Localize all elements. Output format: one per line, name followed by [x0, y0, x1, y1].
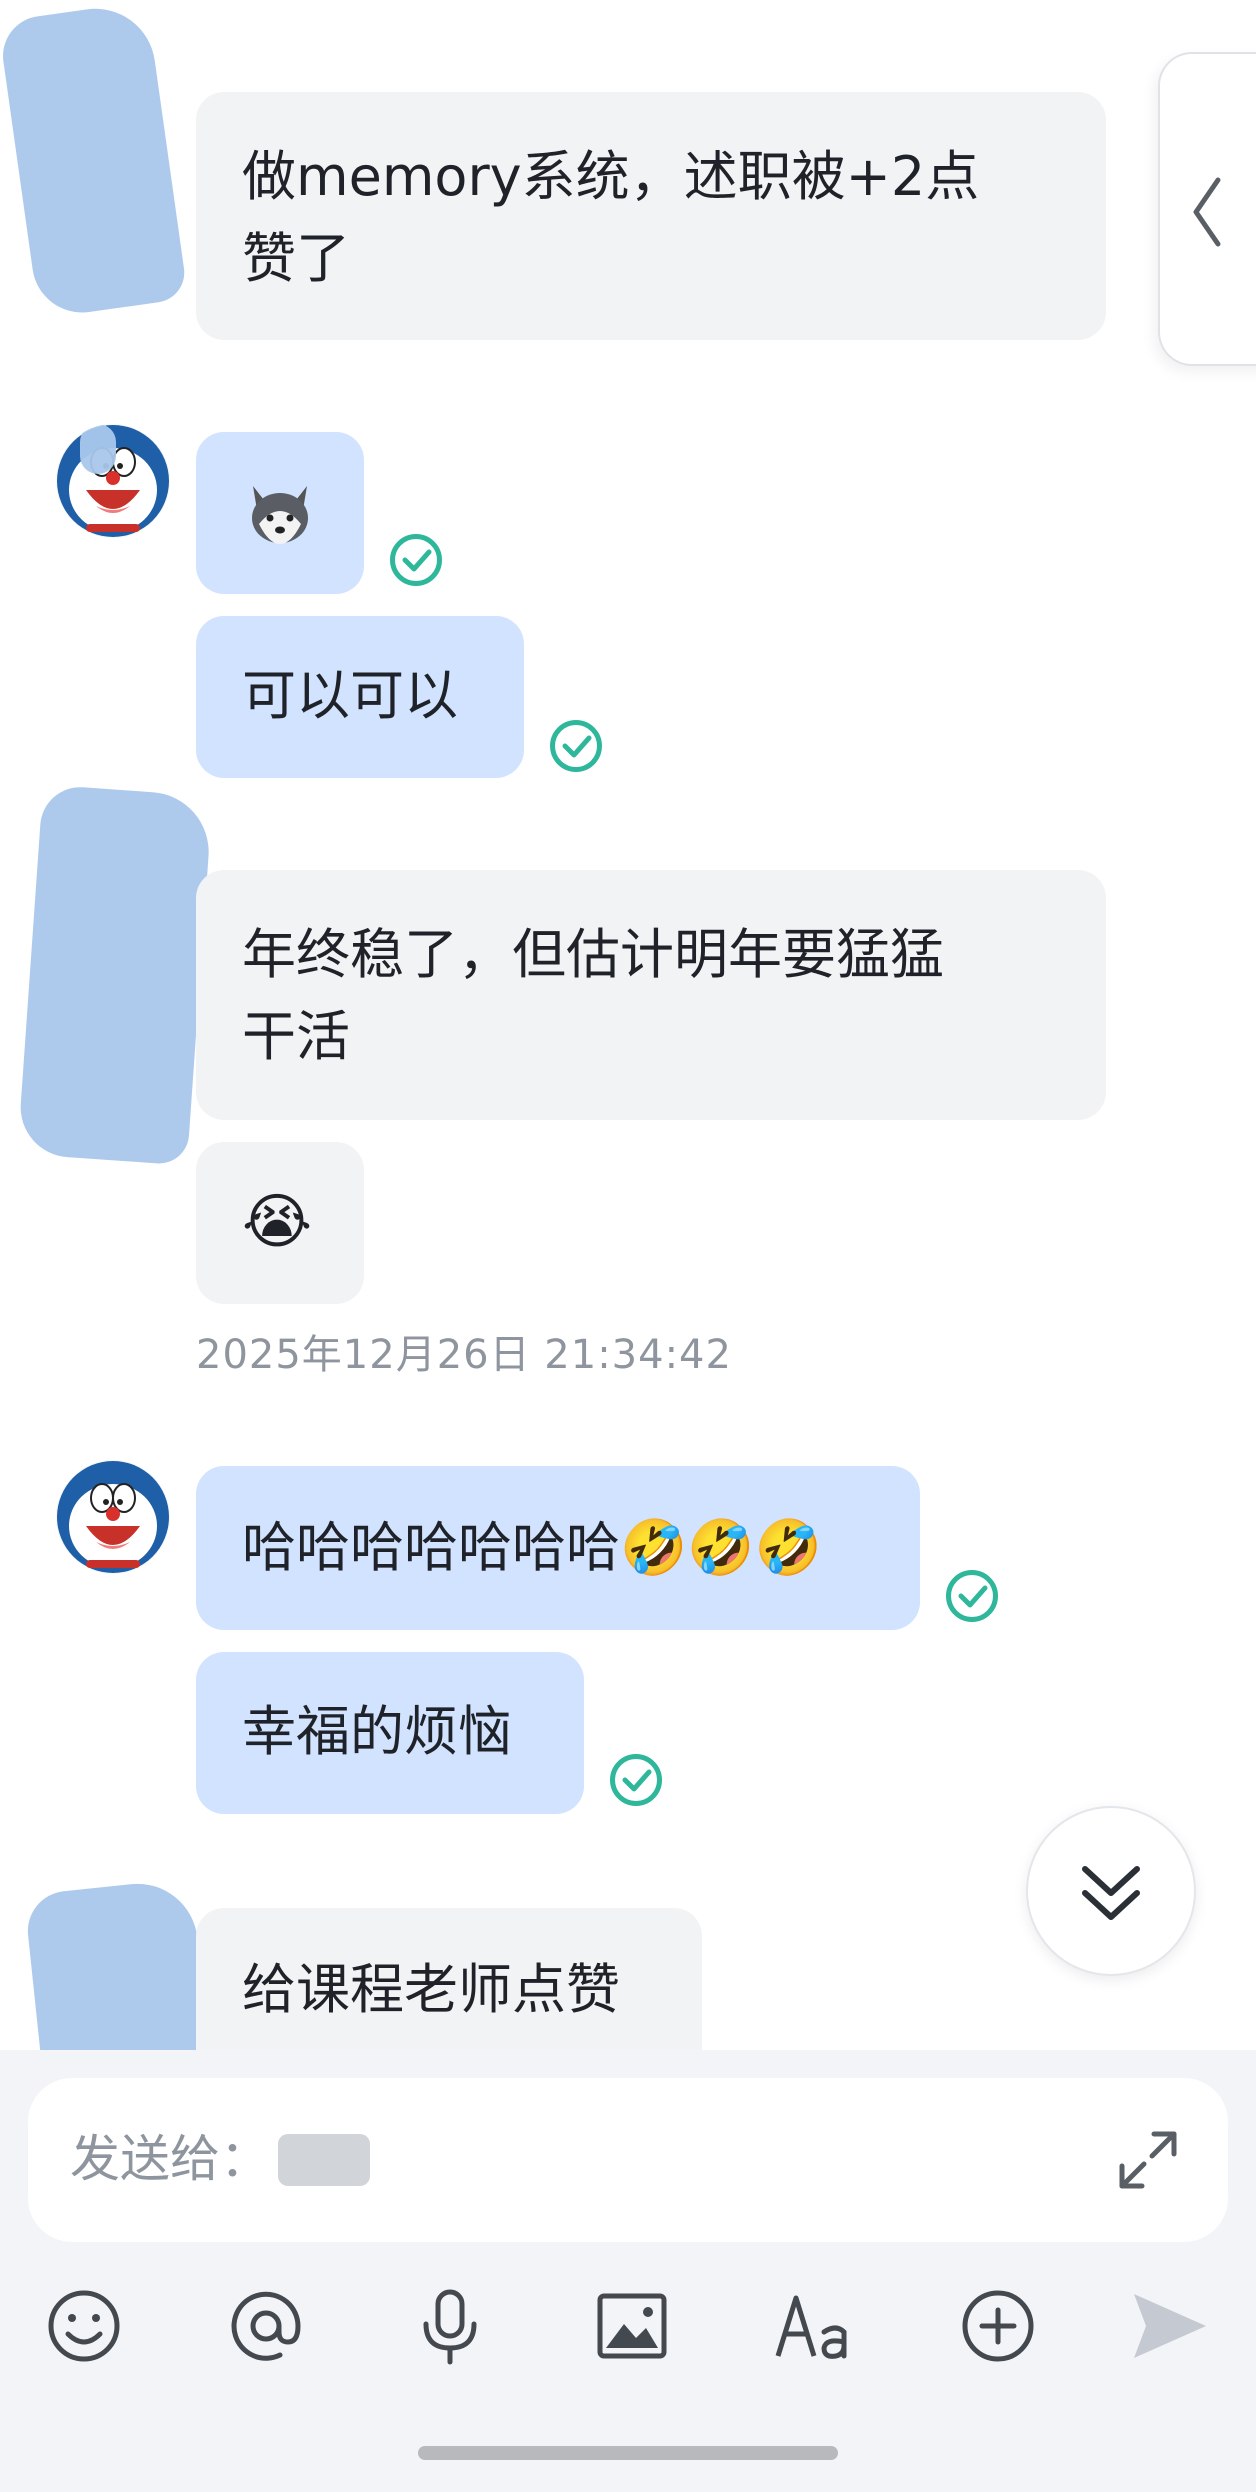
- side-panel-toggle[interactable]: [1158, 52, 1256, 366]
- read-receipt-icon: [550, 720, 602, 772]
- microphone-icon[interactable]: [410, 2286, 490, 2366]
- message-bubble-outgoing[interactable]: 哈哈哈哈哈哈哈🤣🤣🤣: [196, 1466, 920, 1630]
- recipient-name-blurred: [278, 2134, 370, 2186]
- image-icon[interactable]: [592, 2286, 672, 2366]
- message-input-placeholder: 发送给：: [70, 2130, 270, 2188]
- message-text-line: 干活: [242, 1005, 350, 1068]
- send-icon[interactable]: [1130, 2286, 1210, 2366]
- message-text-line: 做memory系统，述职被+2点: [242, 145, 980, 208]
- message-bubble-outgoing[interactable]: 可以可以: [196, 616, 524, 778]
- text-format-icon[interactable]: [774, 2286, 854, 2366]
- my-avatar[interactable]: [56, 424, 170, 538]
- message-text: 可以可以: [242, 664, 458, 727]
- message-timestamp: 2025年12月26日 21:34:42: [196, 1332, 732, 1378]
- sender-avatar-blurred: [0, 1, 189, 319]
- crying-face-emoji: 😭: [242, 1187, 313, 1257]
- message-bubble-incoming[interactable]: 做memory系统，述职被+2点 赞了: [196, 92, 1106, 340]
- message-bubble-incoming[interactable]: 年终稳了，但估计明年要猛猛 干活: [196, 870, 1106, 1120]
- message-bubble-incoming-emoji[interactable]: 😭: [196, 1142, 364, 1304]
- husky-dog-emoji: [252, 486, 308, 544]
- double-chevron-down-icon: [1082, 1866, 1140, 1920]
- chevron-left-icon: [1193, 177, 1221, 247]
- sender-avatar-blurred: [17, 784, 213, 1166]
- message-input[interactable]: 发送给：: [28, 2078, 1228, 2242]
- message-text: 哈哈哈哈哈哈哈🤣🤣🤣: [242, 1516, 822, 1579]
- message-bubble-outgoing[interactable]: 幸福的烦恼: [196, 1652, 584, 1814]
- composer-area: 发送给：: [0, 2050, 1256, 2492]
- message-bubble-outgoing-sticker[interactable]: [196, 432, 364, 594]
- scroll-to-bottom-button[interactable]: [1026, 1806, 1196, 1976]
- home-indicator: [418, 2446, 838, 2460]
- plus-circle-icon[interactable]: [958, 2286, 1038, 2366]
- message-text: 幸福的烦恼: [242, 1700, 512, 1763]
- message-text-line: 年终稳了，但估计明年要猛猛: [242, 923, 944, 986]
- expand-icon[interactable]: [1108, 2120, 1188, 2200]
- message-text: 给课程老师点赞: [242, 1958, 620, 2021]
- read-receipt-icon: [610, 1754, 662, 1806]
- message-text-line: 赞了: [242, 227, 350, 290]
- my-avatar[interactable]: [56, 1460, 170, 1574]
- at-icon[interactable]: [226, 2286, 306, 2366]
- read-receipt-icon: [946, 1570, 998, 1622]
- emoji-icon[interactable]: [44, 2286, 124, 2366]
- read-receipt-icon: [390, 534, 442, 586]
